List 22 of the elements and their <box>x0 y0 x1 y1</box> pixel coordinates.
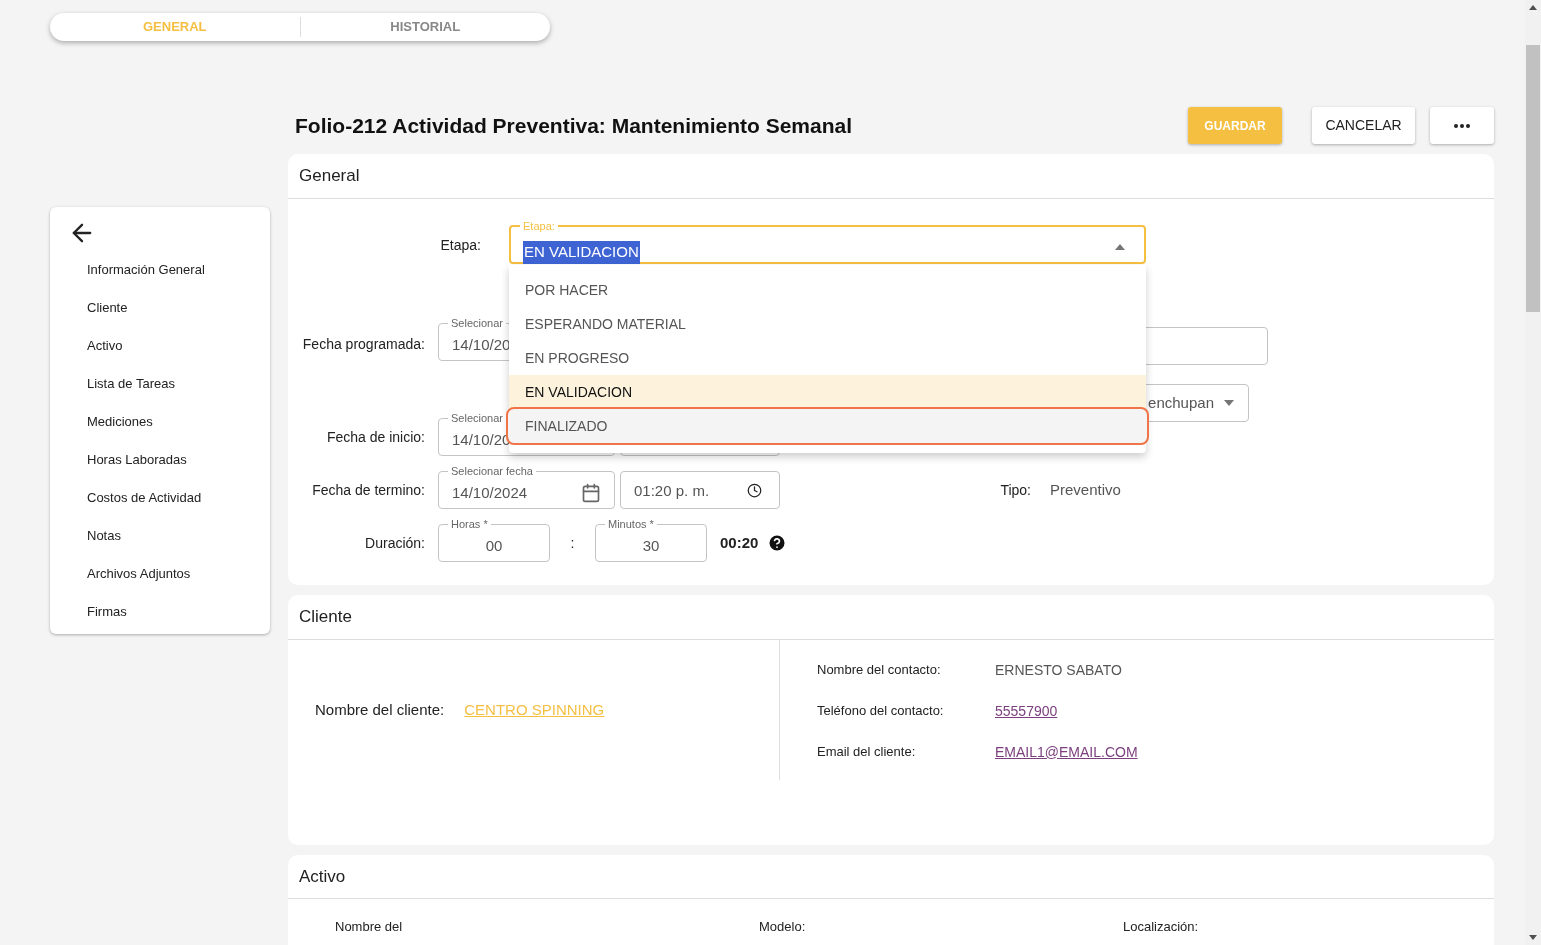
duration-total: 00:20 <box>720 532 759 553</box>
field-value: Preventivo <box>1050 479 1121 500</box>
section-title: General <box>299 165 360 188</box>
field-label: Modelo: <box>759 919 806 934</box>
field-label: Fecha programada: <box>302 335 425 354</box>
field-label: Teléfono del contacto: <box>817 702 945 721</box>
field-label: Localización: <box>1123 919 1199 934</box>
field-label: Nombre del <box>335 919 403 934</box>
field-label: Tipo: <box>1000 480 1031 500</box>
field-label: Nombre del contacto: <box>817 661 942 680</box>
time-separator: : <box>570 533 575 553</box>
page-title: Folio-212 Actividad Preventiva: Mantenimiento Semanal <box>295 112 853 139</box>
field-label: Nombre del cliente: <box>315 699 445 720</box>
field-label: Duración: <box>365 533 425 553</box>
field-label: Email del cliente: <box>817 743 917 762</box>
field-value: ERNESTO SABATO <box>995 660 1122 680</box>
field-label: Fecha de termino: <box>312 480 425 500</box>
selected-value: EN VALIDACION <box>523 241 640 264</box>
section-title: Cliente <box>299 606 352 629</box>
field-label: Etapa: <box>440 235 481 255</box>
field-label: Fecha de inicio: <box>326 427 425 447</box>
section-title: Activo <box>299 865 346 888</box>
